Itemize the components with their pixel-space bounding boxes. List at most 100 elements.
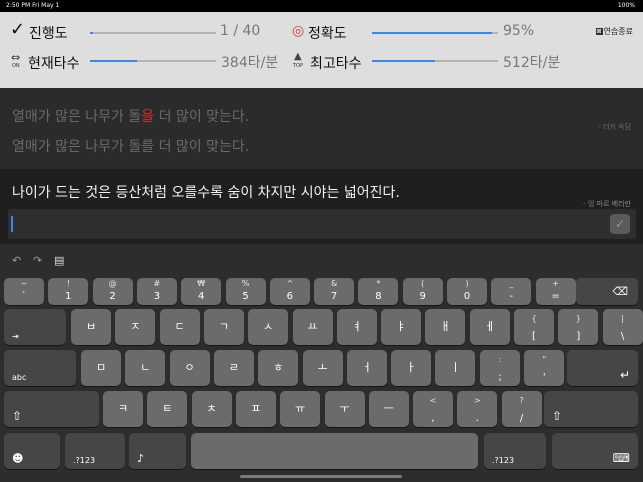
key-ㅅ[interactable]: ㅅ xyxy=(248,309,289,345)
key-ㄹ[interactable]: ㄹ xyxy=(213,350,254,386)
key-shift-label: ) xyxy=(465,279,469,288)
abc-label: abc xyxy=(12,373,27,382)
typed-text-correct: 열매가 많은 나무가 돌 xyxy=(12,109,142,125)
key-[[interactable]: {[ xyxy=(514,309,554,345)
key-ㅍ[interactable]: ㅍ xyxy=(235,391,276,427)
key-3[interactable]: #3 xyxy=(136,278,177,305)
key-sym-b-0[interactable]: <, xyxy=(413,391,453,427)
hide-keyboard-key[interactable]: ⌨ xyxy=(552,433,638,469)
target-icon: ◎ xyxy=(292,23,305,39)
key-ㅠ[interactable]: ㅠ xyxy=(280,391,321,427)
numbers-key-right[interactable]: .?123 xyxy=(484,433,546,469)
key-label: - xyxy=(509,291,514,302)
key-label: ㅣ xyxy=(450,361,461,374)
key-label: / xyxy=(519,413,524,424)
shift-key-right[interactable]: ⇧ xyxy=(544,391,638,427)
key-ㅜ[interactable]: ㅜ xyxy=(324,391,365,427)
key-ㅓ[interactable]: ㅓ xyxy=(346,350,387,386)
end-practice-button[interactable]: ⊠ 연습종료 xyxy=(595,26,633,37)
key-ㅈ[interactable]: ㅈ xyxy=(115,309,156,345)
emoji-key[interactable]: ☻ xyxy=(4,433,60,469)
key-label: 4 xyxy=(198,291,205,302)
key-sym-b-2[interactable]: ? / xyxy=(501,391,542,427)
key-ㅑ[interactable]: ㅑ xyxy=(381,309,422,345)
key-5[interactable]: % 5 xyxy=(225,278,266,305)
key-ㅊ[interactable]: ㅊ xyxy=(191,391,232,427)
original-sentence: 열매가 많은 나무가 돌를 더 많이 맞는다. xyxy=(12,139,250,155)
key-ㅌ[interactable]: ㅌ xyxy=(147,391,188,427)
key-label: ㅕ xyxy=(351,320,362,333)
key-label: , xyxy=(431,413,435,424)
key-ㅐ[interactable]: ㅐ xyxy=(425,309,466,345)
key-ㅂ[interactable]: ㅂ xyxy=(71,309,111,345)
key-ㅏ[interactable]: ㅏ xyxy=(391,350,432,386)
key-label: 6 xyxy=(286,291,293,302)
space-bar[interactable] xyxy=(191,433,478,469)
key-ㄴ[interactable]: ㄴ xyxy=(125,350,166,386)
key-\[interactable]: | \ xyxy=(602,309,643,345)
key-label: ㅇ xyxy=(184,361,195,374)
key-label: ㄴ xyxy=(140,361,151,374)
key-8[interactable]: * 8 xyxy=(358,278,399,305)
key-ㅁ[interactable]: ㅁ xyxy=(81,350,121,386)
key-sym-0[interactable]: :; xyxy=(480,350,520,386)
key-shift-label: ₩ xyxy=(197,279,206,288)
abc-key[interactable]: abc xyxy=(4,350,76,386)
undo-icon[interactable]: ↶ xyxy=(12,254,21,267)
key-=[interactable]: + = xyxy=(535,278,576,305)
return-key[interactable]: ↵ xyxy=(567,350,638,386)
key-4[interactable]: ₩4 xyxy=(181,278,222,305)
dictation-key[interactable]: ♪ xyxy=(129,433,186,469)
text-caret xyxy=(11,216,13,232)
key-label: [ xyxy=(532,331,536,342)
key-label: ㅌ xyxy=(162,402,173,415)
previous-sentence-area: 열매가 많은 나무가 돌을 더 많이 맞는다. - 터키 속담 열매가 많은 나… xyxy=(0,88,643,169)
key-label: ㅐ xyxy=(440,320,451,333)
key-ㅎ[interactable]: ㅎ xyxy=(258,350,299,386)
key-label: ㅊ xyxy=(206,402,217,415)
key-label: 8 xyxy=(375,291,382,302)
key-0[interactable]: ) 0 xyxy=(447,278,487,305)
key-ㅡ[interactable]: ㅡ xyxy=(368,391,409,427)
key-label: = xyxy=(551,291,560,302)
key-ㅣ[interactable]: ㅣ xyxy=(435,350,476,386)
microphone-icon: ♪ xyxy=(137,452,145,465)
top-speed-bar-fill xyxy=(372,60,435,62)
top-speed-bar xyxy=(372,60,498,62)
key-sym-b-1[interactable]: >. xyxy=(457,391,498,427)
key-`[interactable]: ~ ` xyxy=(4,278,44,305)
delete-key[interactable]: ⌫ xyxy=(576,278,638,305)
key-1[interactable]: ! 1 xyxy=(48,278,89,305)
key-ㅋ[interactable]: ㅋ xyxy=(103,391,143,427)
battery-indicator: 100% xyxy=(617,2,635,9)
key-7[interactable]: & 7 xyxy=(314,278,355,305)
typing-input[interactable]: ✓ xyxy=(8,209,636,239)
key-][interactable]: }] xyxy=(558,309,599,345)
key-ㄷ[interactable]: ㄷ xyxy=(159,309,200,345)
key-9[interactable]: (9 xyxy=(402,278,443,305)
key-label: ] xyxy=(576,331,581,342)
submit-check-button[interactable]: ✓ xyxy=(610,214,630,234)
key-ㅛ[interactable]: ㅛ xyxy=(292,309,333,345)
current-speed-value: 384타/분 xyxy=(221,55,279,71)
key-ㅇ[interactable]: ㅇ xyxy=(169,350,210,386)
redo-icon[interactable]: ↷ xyxy=(33,254,42,267)
numbers-label: .?123 xyxy=(73,456,96,465)
key-ㅔ[interactable]: ㅔ xyxy=(469,309,510,345)
key-2[interactable]: @2 xyxy=(92,278,133,305)
key--[interactable]: _ - xyxy=(491,278,532,305)
tab-key[interactable]: ⇥ xyxy=(4,309,66,345)
key-sym-1[interactable]: " ' xyxy=(524,350,565,386)
key-6[interactable]: ^ 6 xyxy=(269,278,310,305)
numbers-key-left[interactable]: .?123 xyxy=(65,433,125,469)
paste-icon[interactable]: ▤ xyxy=(54,254,64,267)
key-shift-label: ^ xyxy=(286,279,294,288)
key-label: ㅛ xyxy=(307,320,318,333)
key-ㅗ[interactable]: ㅗ xyxy=(302,350,343,386)
shift-key-left[interactable]: ⇧ xyxy=(4,391,99,427)
key-shift-label: " xyxy=(542,355,547,364)
end-practice-label: 연습종료 xyxy=(603,27,633,36)
key-label: ㅅ xyxy=(263,320,274,333)
key-ㅕ[interactable]: ㅕ xyxy=(336,309,377,345)
key-ㄱ[interactable]: ㄱ xyxy=(203,309,244,345)
